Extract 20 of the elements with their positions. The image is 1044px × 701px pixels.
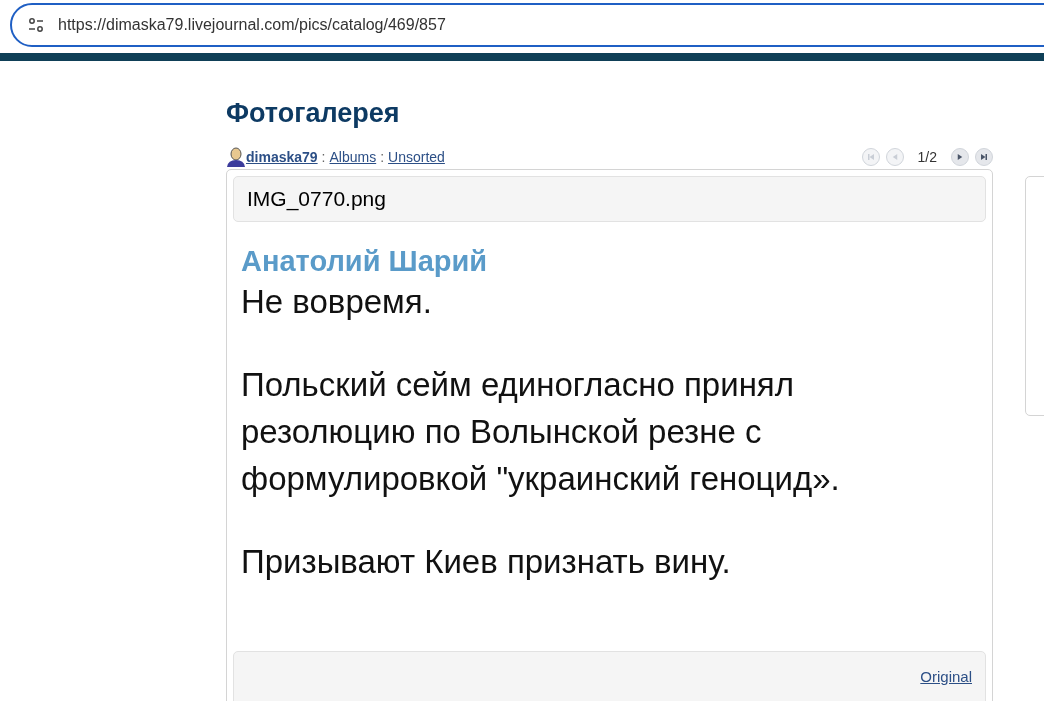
filename: IMG_0770.png	[247, 186, 386, 213]
post-paragraph: Призывают Киев признать вину.	[241, 542, 732, 582]
breadcrumb-separator: :	[321, 147, 326, 167]
user-link[interactable]: dimaska79	[246, 146, 318, 168]
breadcrumb-separator: :	[380, 147, 385, 167]
last-page-button[interactable]	[975, 148, 993, 166]
post-paragraph: Польский сейм единогласно принял резолюцию по Волынской резне с формулировкой "украинский геноцид».	[241, 365, 841, 499]
albums-link[interactable]: Albums	[329, 146, 377, 168]
album-link[interactable]: Unsorted	[388, 146, 445, 168]
post-paragraph: Не вовремя.	[241, 282, 433, 322]
site-settings-icon[interactable]	[28, 18, 44, 32]
page-counter: 1/2	[917, 147, 937, 167]
address-bar[interactable]: https://dimaska79.livejournal.com/pics/catalog/469/857	[10, 3, 1044, 47]
user-icon[interactable]	[226, 147, 246, 167]
right-triangle-icon	[978, 151, 990, 163]
post-author: Анатолий Шарий	[241, 244, 489, 278]
next-page-button[interactable]	[951, 148, 969, 166]
page-title: Фотогалерея	[226, 97, 401, 129]
url-text: https://dimaska79.livejournal.com/pics/catalog/469/857	[58, 15, 446, 35]
original-link[interactable]: Original	[920, 666, 972, 689]
